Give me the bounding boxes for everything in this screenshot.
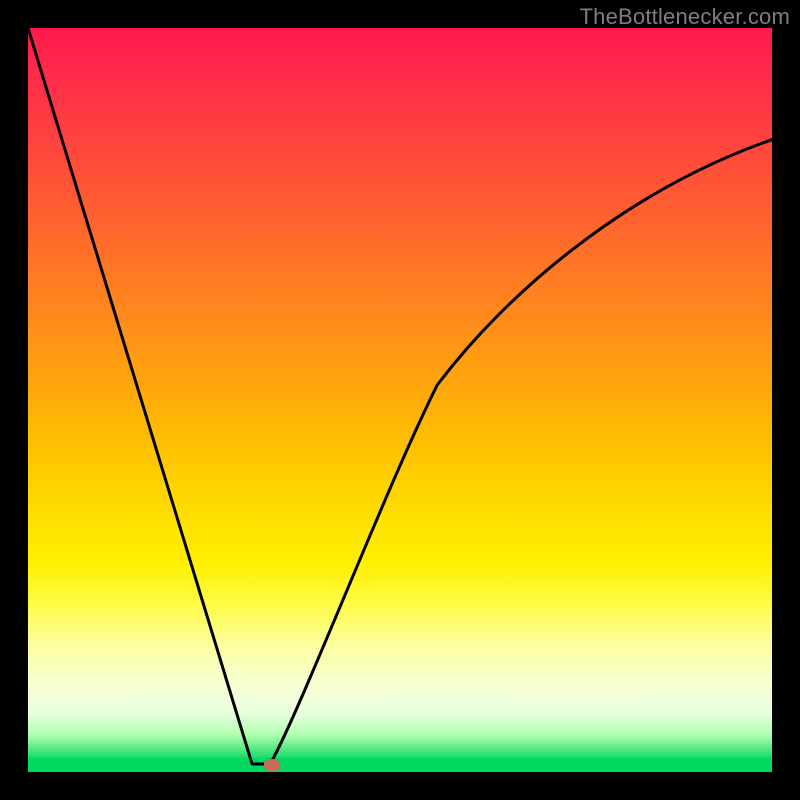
watermark-text: TheBottlenecker.com bbox=[580, 4, 790, 30]
minimum-marker bbox=[264, 759, 280, 771]
bottleneck-curve bbox=[28, 28, 772, 772]
chart-frame bbox=[28, 28, 772, 772]
